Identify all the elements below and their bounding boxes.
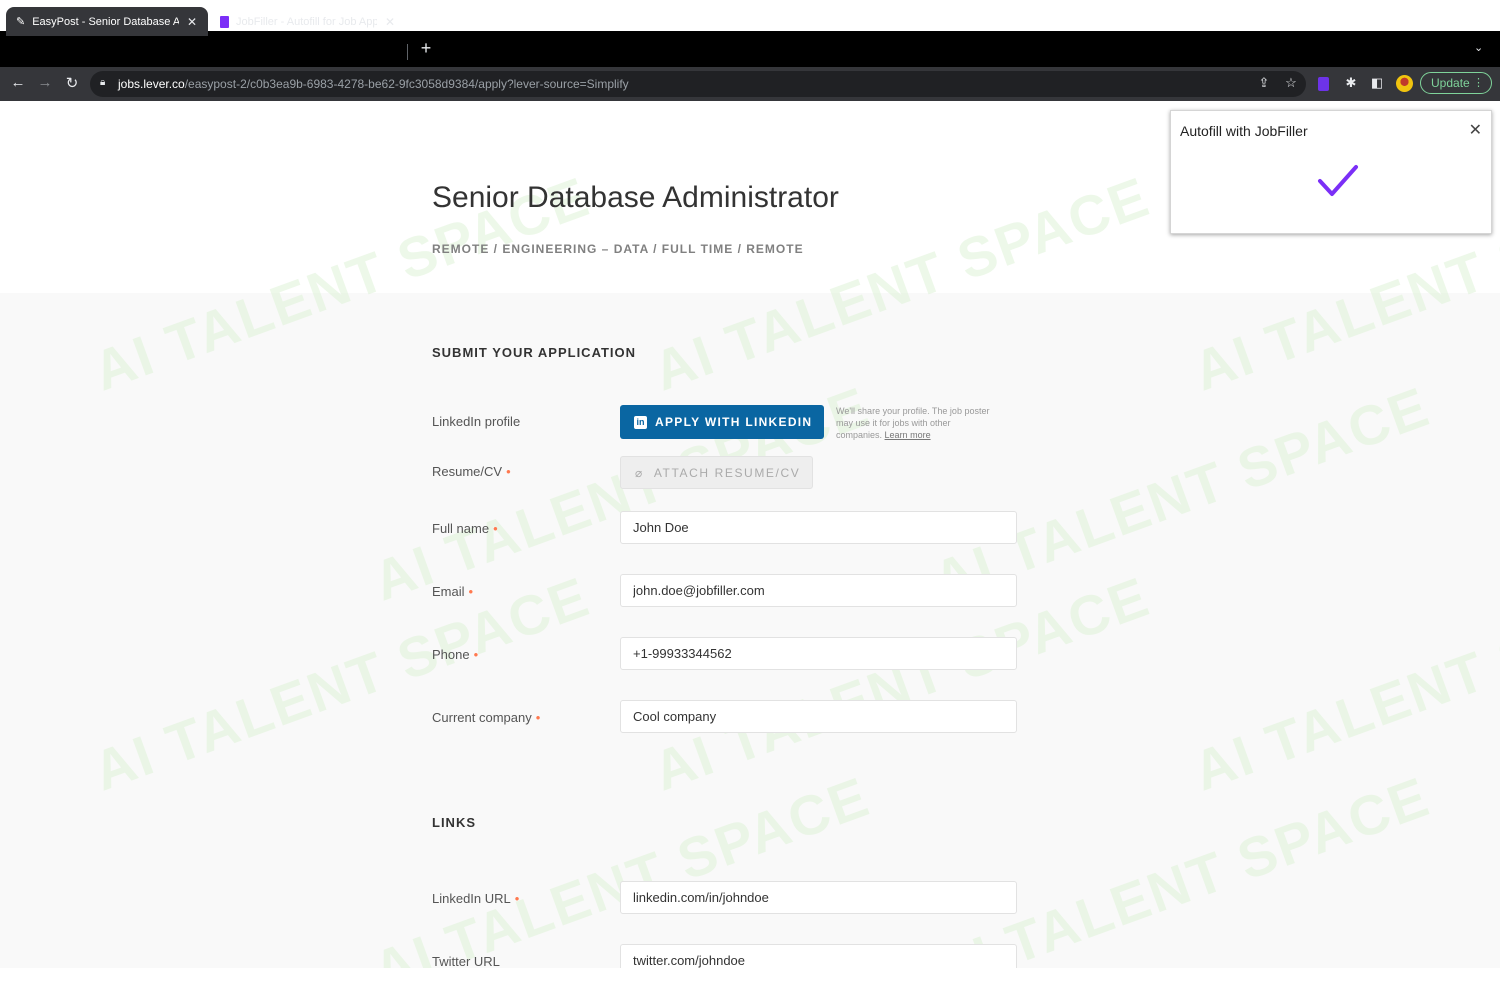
job-categories-breadcrumb: REMOTE / ENGINEERING – DATA / FULL TIME … xyxy=(432,242,804,256)
resume-label: Resume/CV • xyxy=(432,464,511,479)
attach-resume-button[interactable]: ⌀ ATTACH RESUME/CV xyxy=(620,456,813,489)
required-indicator: • xyxy=(468,584,474,599)
submit-application-heading: SUBMIT YOUR APPLICATION xyxy=(432,345,637,360)
paperclip-icon: ⌀ xyxy=(635,465,644,480)
phone-input[interactable] xyxy=(620,637,1017,670)
reload-icon[interactable]: ↻ xyxy=(63,74,81,92)
linkedin-url-label: LinkedIn URL • xyxy=(432,891,520,906)
full-name-input[interactable] xyxy=(620,511,1017,544)
back-arrow-icon[interactable]: ← xyxy=(9,74,27,91)
tab-search-chevron-icon[interactable]: ⌄ xyxy=(1474,41,1483,54)
tab-jobfiller[interactable]: JobFiller - Autofill for Job Appl ✕ xyxy=(210,7,406,36)
url-text[interactable]: jobs.lever.co/easypost-2/c0b3ea9b-6983-4… xyxy=(118,77,629,91)
page-title: Senior Database Administrator xyxy=(432,181,839,214)
linkedin-profile-label: LinkedIn profile xyxy=(432,414,521,429)
tab-easypost[interactable]: ✎ EasyPost - Senior Database Ad ✕ xyxy=(6,7,208,36)
apply-with-linkedin-label: APPLY WITH LINKEDIN xyxy=(655,415,813,429)
profile-avatar[interactable] xyxy=(1396,75,1413,92)
required-indicator: • xyxy=(514,891,520,906)
tab-title: JobFiller - Autofill for Job Appl xyxy=(236,15,377,28)
pencil-icon: ✎ xyxy=(16,16,26,28)
lock-icon[interactable]: 🔒︎ xyxy=(100,77,105,88)
links-heading: LINKS xyxy=(432,815,476,830)
application-section-background xyxy=(0,293,1500,968)
close-tab-icon[interactable]: ✕ xyxy=(186,15,198,29)
tab-title: EasyPost - Senior Database Ad xyxy=(32,15,179,28)
side-panel-icon[interactable]: ◧ xyxy=(1369,75,1385,91)
share-icon[interactable]: ⇪ xyxy=(1256,75,1272,91)
close-tab-icon[interactable]: ✕ xyxy=(384,15,396,29)
more-menu-icon[interactable]: ⋮ xyxy=(1473,76,1484,89)
current-company-input[interactable] xyxy=(620,700,1017,733)
phone-label: Phone • xyxy=(432,647,479,662)
linkedin-icon: in xyxy=(634,415,647,429)
new-tab-button[interactable]: + xyxy=(417,38,435,59)
tab-separator xyxy=(407,44,408,60)
required-indicator: • xyxy=(506,464,511,479)
tab-bar xyxy=(0,31,1500,67)
required-indicator: • xyxy=(473,647,479,662)
linkedin-url-input[interactable] xyxy=(620,881,1017,914)
extensions-puzzle-icon[interactable]: ✱ xyxy=(1343,75,1359,91)
twitter-url-label: Twitter URL xyxy=(432,954,500,968)
forward-arrow-icon[interactable]: → xyxy=(36,74,54,91)
twitter-url-input[interactable] xyxy=(620,944,1017,968)
jobfiller-favicon-icon xyxy=(220,15,229,28)
email-label: Email • xyxy=(432,584,474,599)
popup-title: Autofill with JobFiller xyxy=(1180,123,1308,139)
email-input[interactable] xyxy=(620,574,1017,607)
update-button[interactable]: Update ⋮ xyxy=(1420,72,1492,94)
full-name-label: Full name • xyxy=(432,521,498,536)
required-indicator: • xyxy=(493,521,498,536)
checkmark-icon xyxy=(1318,165,1358,196)
bookmark-star-icon[interactable]: ☆ xyxy=(1283,75,1299,91)
bottom-margin xyxy=(0,968,1500,1000)
linkedin-share-note: We'll share your profile. The job poster… xyxy=(836,406,990,440)
learn-more-link[interactable]: Learn more xyxy=(885,430,931,440)
attach-resume-label: ATTACH RESUME/CV xyxy=(653,465,801,480)
close-icon[interactable]: ✕ xyxy=(1469,120,1482,140)
update-label: Update xyxy=(1431,76,1470,90)
jobfiller-autofill-popup: Autofill with JobFiller ✕ xyxy=(1170,110,1492,234)
apply-with-linkedin-button[interactable]: in APPLY WITH LINKEDIN xyxy=(620,405,824,439)
current-company-label: Current company • xyxy=(432,710,541,725)
jobfiller-extension-icon[interactable] xyxy=(1318,77,1329,91)
required-indicator: • xyxy=(535,710,541,725)
